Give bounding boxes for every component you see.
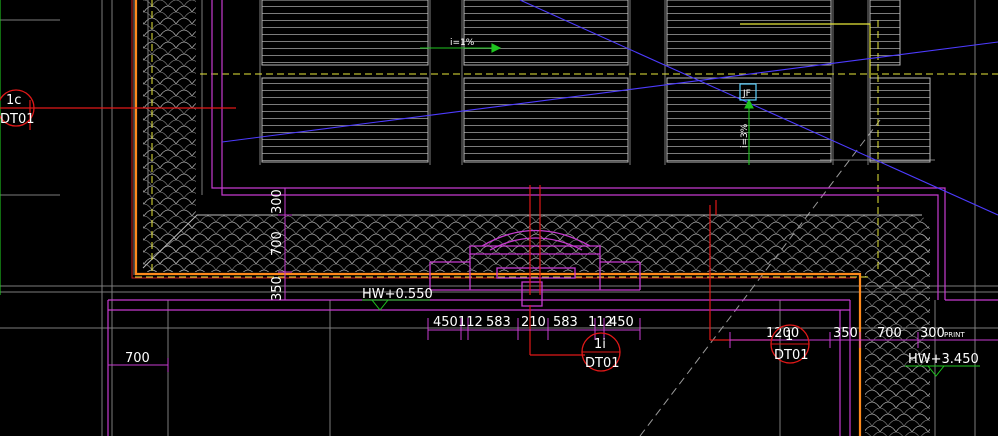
dim-row-583-right: 583 (553, 315, 578, 330)
cad-drawing-canvas: JF i=1% i=3% 300 700 350 700 450 112 583… (0, 0, 998, 436)
slope-label-top: i=1% (450, 38, 475, 48)
dim-vertical-350: 350 (270, 276, 285, 301)
drain-label: JF (742, 89, 751, 99)
detail-bubble-center[interactable]: 1i DT01 (581, 332, 621, 372)
bubble-center-sheet: DT01 (585, 356, 620, 371)
elevation-left: HW+0.550 (362, 287, 433, 302)
bubble-center-number: 1i (594, 337, 606, 352)
dim-row-450-left: 450 (433, 315, 458, 330)
dim-row-583-left: 583 (486, 315, 511, 330)
dim-right-700: 700 (877, 326, 902, 341)
detail-bubble-right[interactable]: 1 DT01 (770, 324, 810, 364)
elevation-right: HW+3.450 (908, 352, 979, 367)
dim-vertical-300: 300 (270, 189, 285, 214)
bubble-right-sheet: DT01 (774, 348, 809, 363)
bubble-right-number: 1 (785, 329, 793, 344)
bubble-left-sheet: DT01 (0, 112, 35, 127)
dim-right-1200: 1200 (766, 326, 799, 341)
detail-bubble-left[interactable]: 1c DT01 (0, 89, 35, 127)
slope-label-vertical: i=3% (740, 123, 750, 148)
dim-row-450-right: 450 (609, 315, 634, 330)
dim-row-210: 210 (521, 315, 546, 330)
dim-vertical-700: 700 (270, 231, 285, 256)
dim-left-700: 700 (125, 351, 150, 366)
dim-row-112-left: 112 (458, 315, 483, 330)
dim-right-350: 350 (833, 326, 858, 341)
dim-right-300: 300 (920, 326, 945, 341)
dim-right-note: PRINT (944, 331, 965, 339)
bubble-left-number: 1c (6, 93, 21, 108)
